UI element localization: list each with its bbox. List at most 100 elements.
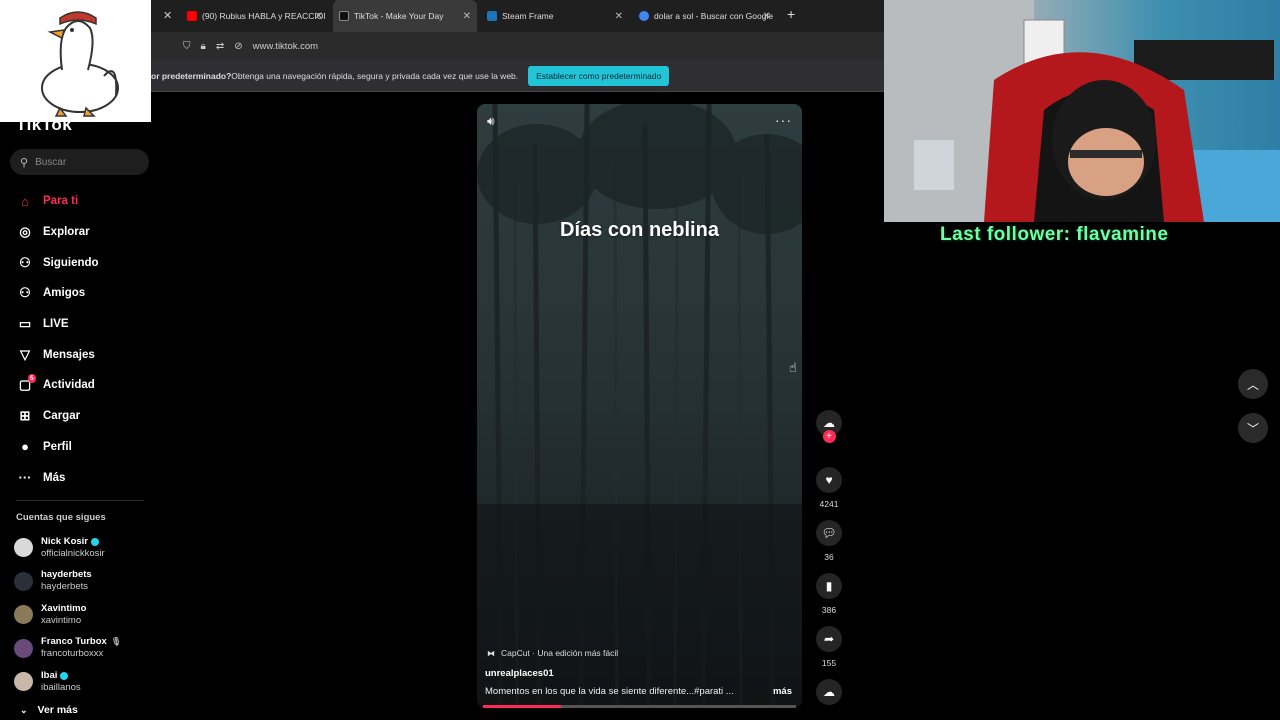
account-username: xavintimo (41, 614, 82, 626)
webcam-overlay (884, 0, 1280, 222)
following-account[interactable]: Franco Turbox 🎙 francoturboxxx (14, 632, 151, 666)
sidebar-item-cargar[interactable]: ⊞ Cargar (16, 401, 151, 432)
volume-icon[interactable]: 🔊︎ (487, 114, 495, 129)
set-default-button[interactable]: Establecer como predeterminado (528, 65, 670, 86)
account-name: Nick Kosir (41, 535, 88, 547)
sidebar-item-perfil[interactable]: ● Perfil (16, 432, 151, 463)
steam-favicon-icon (487, 11, 497, 21)
like-action[interactable]: ♥ 4241 (815, 467, 843, 510)
following-account[interactable]: Ibai ibaillanos (14, 665, 151, 699)
video-caption-overlay: Días con neblina (560, 219, 719, 241)
sidebar-item-explorar[interactable]: ◎ Explorar (16, 217, 151, 248)
sidebar-item-actividad[interactable]: ▢ 5 Actividad (16, 370, 151, 401)
sidebar-item-mensajes[interactable]: ▽ Mensajes (16, 339, 151, 370)
shield-icon[interactable]: ⛉ (183, 41, 191, 52)
tab-title: Steam Frame (502, 11, 554, 21)
sidebar-item-label: Perfil (43, 440, 72, 453)
address-bar[interactable]: ⛉ 🔒︎ ⇄ ⊘ www.tiktok.com (151, 32, 884, 60)
sound-action[interactable]: ☁︎ (815, 679, 843, 705)
following-icon: ⚇ (19, 254, 31, 270)
close-icon[interactable]: ✕ (315, 11, 323, 22)
chevron-up-icon: ︿ (1246, 377, 1259, 392)
tiktok-logo[interactable]: TikTok (16, 115, 72, 135)
verified-icon (91, 537, 99, 546)
following-account[interactable]: Xavintimo xavintimo (14, 598, 151, 632)
previous-video-button[interactable]: ︿ (1238, 369, 1268, 399)
sidebar-nav: ⌂ Para ti ◎ Explorar ⚇ Siguiendo ⚇ Amigo… (16, 186, 151, 493)
browser-tab[interactable]: (90) Rubius HABLA y REACCION ✕ (185, 0, 325, 32)
close-icon[interactable]: ✕ (763, 11, 771, 22)
duck-overlay-image (0, 0, 151, 122)
avatar (14, 605, 33, 625)
more-options-icon[interactable]: ··· (775, 112, 792, 128)
sidebar-item-para-ti[interactable]: ⌂ Para ti (16, 186, 151, 217)
close-icon[interactable]: ✕ (615, 11, 623, 22)
creator-avatar-action[interactable]: ☁︎ + (815, 410, 843, 443)
hand-cursor-icon: ☝︎ (789, 360, 797, 375)
sidebar-item-label: Cargar (43, 410, 81, 423)
sidebar-item-label: LIVE (43, 318, 69, 331)
sidebar-item-label: Para ti (43, 195, 79, 208)
compass-icon: ◎ (19, 224, 31, 240)
video-author[interactable]: unrealplaces01 (485, 668, 554, 679)
account-username: ibaillanos (41, 681, 81, 693)
follow-plus-icon[interactable]: + (822, 430, 836, 443)
heart-icon[interactable]: ♥ (816, 467, 842, 493)
comment-icon[interactable]: 💬︎ (816, 520, 842, 546)
bookmark-icon[interactable]: ▮ (816, 573, 842, 599)
new-tab-button[interactable]: + (787, 6, 795, 22)
account-name: Xavintimo (41, 602, 87, 614)
sidebar-item-label: Siguiendo (43, 256, 99, 269)
infobar-question: or predeterminado? (151, 70, 232, 81)
capcut-icon: ⧓ (487, 648, 495, 658)
url-text[interactable]: www.tiktok.com (253, 41, 318, 52)
profile-icon: ● (21, 439, 29, 455)
permissions-icon[interactable]: ⇄ (216, 41, 224, 52)
sidebar-item-label: Amigos (43, 287, 86, 300)
avatar (14, 538, 33, 558)
screen: ✕ (90) Rubius HABLA y REACCION ✕ TikTok … (0, 0, 1280, 720)
messages-icon: ▽ (20, 346, 30, 362)
tab-title: TikTok - Make Your Day (354, 11, 444, 21)
video-progress-bar[interactable] (483, 705, 796, 708)
share-action[interactable]: ➦ 155 (815, 626, 843, 669)
following-account[interactable]: hayderbets hayderbets (14, 565, 151, 599)
see-more-button[interactable]: ⌄ Ver más (20, 704, 78, 716)
lock-icon[interactable]: 🔒︎ (201, 41, 206, 52)
close-icon[interactable]: ✕ (163, 9, 172, 22)
video-description: Momentos en los que la vida se siente di… (485, 686, 734, 697)
following-account[interactable]: Nick Kosir officialnickkosir (14, 531, 151, 565)
account-name: Franco Turbox (41, 636, 107, 648)
capcut-tag[interactable]: ⧓ CapCut · Una edición más fácil (487, 648, 618, 658)
tab-title: dolar a sol - Buscar con Google (654, 11, 773, 21)
browser-tab[interactable]: Steam Frame ✕ (485, 0, 625, 32)
next-video-button[interactable]: ﹀ (1238, 413, 1268, 443)
video-player[interactable]: 🔊︎ ··· Días con neblina ⧓ CapCut · Una e… (477, 104, 802, 708)
sidebar-item-live[interactable]: ▭ LIVE (16, 309, 151, 340)
sidebar-item-label: Mensajes (43, 348, 95, 361)
last-follower-label: Last follower: flavamine (940, 224, 1169, 245)
sound-disc-icon[interactable]: ☁︎ (816, 679, 842, 705)
upload-icon: ⊞ (19, 408, 31, 424)
share-icon[interactable]: ➦ (816, 626, 842, 652)
default-browser-infobar: or predeterminado? Obtenga una navegació… (151, 60, 884, 92)
browser-tab-active[interactable]: TikTok - Make Your Day ✕ (333, 0, 477, 32)
chevron-down-icon: ⌄ (20, 704, 28, 715)
search-input[interactable]: ⚲ Buscar (10, 149, 149, 175)
google-favicon-icon (639, 11, 649, 21)
sidebar-item-siguiendo[interactable]: ⚇ Siguiendo (16, 247, 151, 278)
close-icon[interactable]: ✕ (463, 11, 471, 22)
sidebar-item-mas[interactable]: ··· Más (16, 462, 151, 493)
avatar (14, 672, 33, 692)
comment-action[interactable]: 💬︎ 36 (815, 520, 843, 563)
browser-tab[interactable]: dolar a sol - Buscar con Google ✕ (637, 0, 773, 32)
save-action[interactable]: ▮ 386 (815, 573, 843, 616)
like-count: 4241 (819, 499, 839, 509)
more-link[interactable]: más (773, 686, 792, 697)
live-icon: ▭ (18, 316, 32, 332)
search-icon: ⚲ (20, 156, 29, 169)
tracking-off-icon[interactable]: ⊘ (234, 41, 242, 52)
sidebar-item-amigos[interactable]: ⚇ Amigos (16, 278, 151, 309)
share-count: 155 (821, 658, 837, 668)
avatar (14, 571, 33, 591)
